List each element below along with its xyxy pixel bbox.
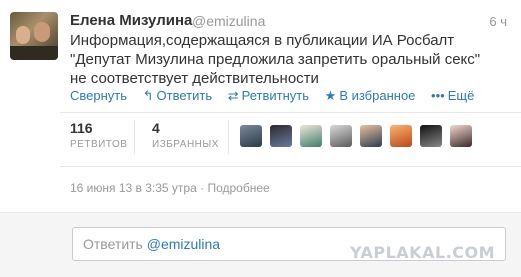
avatar-figure (16, 26, 30, 44)
reply-mention: @emizulina (146, 236, 221, 252)
more-label: Ещё (447, 88, 475, 103)
favoriter-avatar[interactable] (330, 125, 352, 147)
reply-arrow-icon: ↰ (142, 88, 154, 103)
tweet-text: Информация,содержащаяся в публикации ИА … (70, 32, 481, 87)
tweet-card: Елена Мизулина @emizulina 6 ч Информация… (0, 0, 521, 277)
details-link[interactable]: Подробнее (207, 181, 269, 195)
star-icon: ★ (324, 88, 337, 103)
favorite-label: В избранное (339, 88, 416, 103)
reply-button[interactable]: ↰ Ответить (143, 88, 212, 104)
retweets-label: РЕТВИТОВ (70, 139, 128, 150)
divider (60, 166, 521, 167)
favorites-count: 4 (152, 120, 160, 136)
retweet-icon: ⇄ (227, 88, 239, 103)
author-name[interactable]: Елена Мизулина (70, 12, 192, 29)
site-watermark: YAPLAKAL.COM (349, 243, 495, 262)
retweet-label: Ретвитнуть (241, 88, 310, 103)
divider (60, 112, 521, 113)
tweet-actions: Свернуть ↰ Ответить ⇄ Ретвитнуть ★ В избран… (70, 88, 486, 104)
stats-separator (228, 120, 229, 154)
favoriter-avatar[interactable] (270, 125, 292, 147)
favoriter-avatar[interactable] (360, 125, 382, 147)
retweet-button[interactable]: ⇄ Ретвитнуть (228, 88, 309, 104)
meta-separator: · (196, 181, 208, 195)
favorites-label: ИЗБРАННЫХ (152, 139, 219, 150)
author-handle[interactable]: @emizulina (192, 13, 265, 29)
tweet-timestamp[interactable]: 16 июня 13 в 3:35 утра (70, 181, 197, 195)
tweet-meta: 16 июня 13 в 3:35 утра · Подробнее (70, 181, 270, 195)
retweets-count: 116 (70, 120, 93, 136)
more-button[interactable]: ••• Ещё (431, 88, 474, 103)
reply-label: Ответить (156, 88, 213, 103)
favoriter-avatar[interactable] (300, 125, 322, 147)
favorites-stat[interactable]: 4 ИЗБРАННЫХ (152, 120, 219, 150)
author-avatar[interactable] (10, 12, 58, 60)
favoriter-avatar[interactable] (240, 125, 262, 147)
avatar-figure (34, 22, 50, 42)
more-dots-icon: ••• (431, 88, 445, 103)
reply-prefix: Ответить (83, 236, 147, 252)
retweets-stat[interactable]: 116 РЕТВИТОВ (70, 120, 127, 150)
favoriter-avatar[interactable] (420, 125, 442, 147)
favorite-button[interactable]: ★ В избранное (325, 88, 416, 104)
collapse-link[interactable]: Свернуть (70, 88, 127, 103)
favoriter-avatar[interactable] (390, 125, 412, 147)
tweet-time[interactable]: 6 ч (489, 14, 507, 29)
stats-separator (134, 120, 135, 154)
avatar-background (10, 46, 58, 60)
favoriter-avatar[interactable] (450, 125, 472, 147)
